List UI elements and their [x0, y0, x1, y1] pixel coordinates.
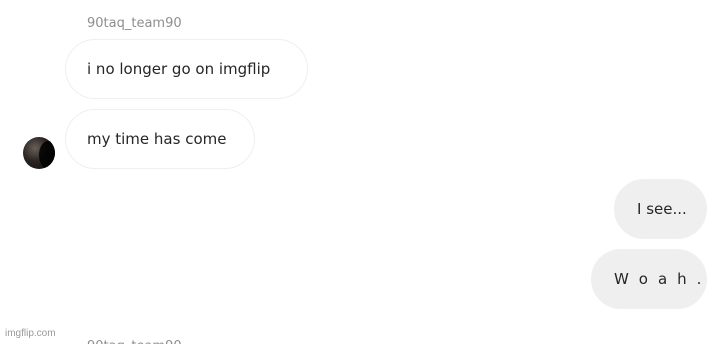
- message-bubble-incoming[interactable]: i no longer go on imgflip: [65, 39, 308, 99]
- message-bubble-outgoing[interactable]: I see...: [614, 179, 707, 239]
- message-text: I see...: [637, 200, 687, 218]
- message-bubble-incoming[interactable]: my time has come: [65, 109, 255, 169]
- message-text: i no longer go on imgflip: [87, 60, 271, 78]
- message-text: my time has come: [87, 130, 227, 148]
- chat-thread: 90taq_team90 i no longer go on imgflip m…: [0, 0, 725, 344]
- message-bubble-outgoing[interactable]: W o a h .: [591, 249, 707, 309]
- avatar-shade: [39, 141, 55, 169]
- sender-username[interactable]: 90taq_team90: [87, 339, 182, 344]
- message-text: W o a h .: [614, 270, 704, 288]
- imgflip-watermark: imgflip.com: [5, 328, 56, 339]
- sender-username[interactable]: 90taq_team90: [87, 16, 182, 31]
- avatar[interactable]: [23, 137, 55, 169]
